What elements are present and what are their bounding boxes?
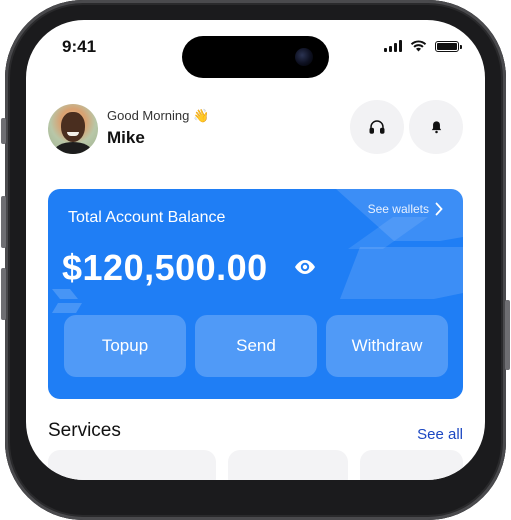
phone-side-button-left-top <box>1 118 6 144</box>
cellular-signal-icon <box>384 40 402 52</box>
withdraw-label: Withdraw <box>351 336 423 355</box>
battery-icon <box>435 40 462 52</box>
services-title: Services <box>48 420 121 441</box>
bell-icon <box>431 121 441 134</box>
user-name: Mike <box>107 128 145 147</box>
phone-side-button-left-bottom <box>1 268 6 320</box>
headphones-icon <box>369 120 385 134</box>
send-button[interactable]: Send <box>195 315 317 377</box>
balance-card: Total Account Balance See wallets $120,5… <box>48 189 463 399</box>
phone-side-button-right <box>505 300 510 370</box>
avatar[interactable] <box>48 104 98 154</box>
chevron-right-icon <box>435 202 443 216</box>
see-wallets-link[interactable]: See wallets <box>368 202 443 216</box>
greeting-text: Good Morning <box>107 108 190 123</box>
wifi-icon <box>410 40 427 52</box>
support-button[interactable] <box>350 100 404 154</box>
show-balance-eye-icon[interactable] <box>293 258 317 276</box>
phone-screen: 9:41 Good Morning 👋 Mike Total Account B… <box>26 20 485 480</box>
see-all-link[interactable]: See all <box>417 426 463 443</box>
notifications-button[interactable] <box>409 100 463 154</box>
balance-title: Total Account Balance <box>68 209 226 226</box>
topup-label: Topup <box>101 336 149 355</box>
balance-amount: $120,500.00 <box>62 247 268 288</box>
see-wallets-label: See wallets <box>367 202 429 216</box>
status-time: 9:41 <box>62 37 97 56</box>
dynamic-island <box>182 36 329 78</box>
camera-icon <box>295 48 313 66</box>
service-tile[interactable] <box>228 450 348 480</box>
topup-button[interactable]: Topup <box>64 315 186 377</box>
waving-hand-emoji: 👋 <box>193 108 210 123</box>
status-icons <box>384 40 462 52</box>
send-label: Send <box>236 336 276 355</box>
greeting: Good Morning 👋 <box>107 108 209 124</box>
phone-side-button-left-mid <box>1 196 6 248</box>
service-tile[interactable] <box>360 450 463 480</box>
service-tile[interactable] <box>48 450 216 480</box>
withdraw-button[interactable]: Withdraw <box>326 315 448 377</box>
